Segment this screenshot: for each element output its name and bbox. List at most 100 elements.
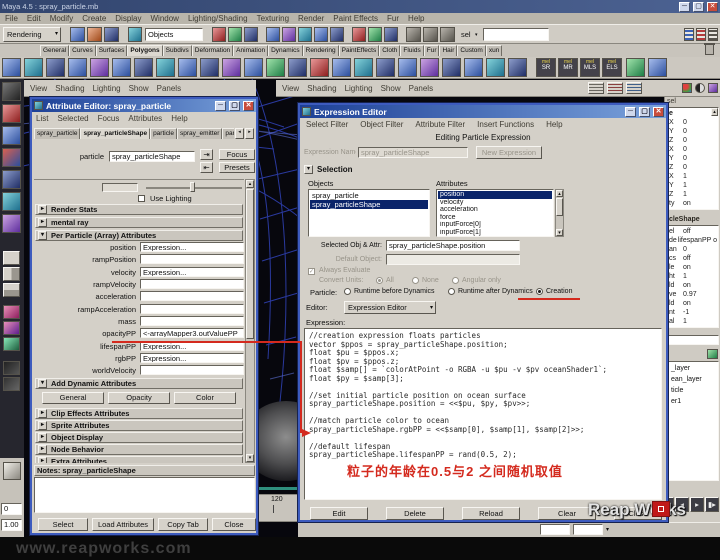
menu-texturing[interactable]: Texturing <box>257 13 289 24</box>
shelf-icon[interactable] <box>442 58 461 77</box>
shelf-icon[interactable] <box>222 58 241 77</box>
scale-tool-icon[interactable] <box>2 170 21 189</box>
attr-field-rampacceleration[interactable] <box>140 304 244 314</box>
ee-menu-object-filter[interactable]: Object Filter <box>360 119 403 130</box>
layer-filter-field[interactable] <box>667 335 719 345</box>
attr-field-worldvelocity[interactable] <box>140 365 244 375</box>
shelf-icon[interactable] <box>266 58 285 77</box>
channel-row[interactable]: delifespanPP o <box>669 236 717 245</box>
ee-menu-insert-functions[interactable]: Insert Functions <box>477 119 534 130</box>
layer-item[interactable]: er1 <box>669 396 717 407</box>
channel-row[interactable]: nt-1 <box>669 308 717 317</box>
panel-menu-panels[interactable]: Panels <box>157 83 181 94</box>
shelf-tab-polygons[interactable]: Polygons <box>127 45 162 56</box>
channel-row[interactable]: Y0 <box>669 127 717 136</box>
shelf-icon[interactable] <box>310 58 329 77</box>
shelf-icon[interactable] <box>288 58 307 77</box>
layout-two-pane-button[interactable] <box>3 267 20 281</box>
objects-list[interactable]: spray_particle spray_particleShape <box>308 189 430 237</box>
snap-surface-icon[interactable] <box>330 27 344 42</box>
close-button[interactable]: Close <box>212 518 256 531</box>
shape-channels-list[interactable]: eloff delifespanPP o an0 csoff leon ht1 … <box>667 225 719 328</box>
list-item-velocity[interactable]: velocity <box>438 199 552 207</box>
expression-name-field[interactable]: spray_particleShape <box>358 147 468 158</box>
shelf-tab-fur[interactable]: Fur <box>424 45 440 56</box>
attr-field-rampposition[interactable] <box>140 254 244 264</box>
panel-menu-shading[interactable]: Shading <box>55 83 84 94</box>
channel-row[interactable]: X1 <box>669 172 717 181</box>
list-item-force[interactable]: force <box>438 214 552 222</box>
section-sprite-attributes[interactable]: ▸Sprite Attributes <box>35 420 243 431</box>
construction-history-icon[interactable] <box>384 27 398 42</box>
render-globals-icon[interactable] <box>440 27 455 42</box>
shelf-icon[interactable] <box>354 58 373 77</box>
shelf-icon[interactable] <box>508 58 527 77</box>
channel-row[interactable]: al1 <box>669 317 717 326</box>
shelf-icon[interactable] <box>2 58 21 77</box>
snap-view-icon[interactable] <box>314 27 328 42</box>
shelf-icon[interactable] <box>200 58 219 77</box>
channel-row[interactable]: Y0 <box>669 154 717 163</box>
selection-section-header[interactable]: ▾ Selection <box>304 165 504 174</box>
menu-fur[interactable]: Fur <box>387 13 399 24</box>
tab-spray-particleshape[interactable]: spray_particleShape <box>80 128 150 139</box>
expression-textarea[interactable]: //creation expression floats particles v… <box>304 328 662 500</box>
new-scene-icon[interactable] <box>70 27 85 42</box>
mel-script-icon-els[interactable]: melELS <box>602 58 622 77</box>
notes-textarea[interactable] <box>34 477 255 513</box>
range-start-field[interactable]: 0 <box>1 503 22 515</box>
playback-start-field[interactable] <box>540 524 570 535</box>
section-mental-ray[interactable]: ▸mental ray <box>35 217 243 228</box>
panel-toggle-icon[interactable] <box>708 83 718 93</box>
snap-curve-icon[interactable] <box>282 27 296 42</box>
attr-field-acceleration[interactable] <box>140 291 244 301</box>
scroll-up-icon[interactable]: ▴ <box>711 108 718 116</box>
ae-scrollbar[interactable]: ▴ ▾ <box>245 179 255 463</box>
ae-menu-focus[interactable]: Focus <box>98 113 120 124</box>
channel-row[interactable]: ve0.97 <box>669 290 717 299</box>
channel-row[interactable]: ldon <box>669 299 717 308</box>
tab-spray-emitter[interactable]: spray_emitter <box>177 128 222 139</box>
snap-point-icon[interactable] <box>298 27 312 42</box>
focus-button[interactable]: Focus <box>219 149 255 160</box>
menu-file[interactable]: File <box>5 13 18 24</box>
radio-creation[interactable] <box>536 288 543 295</box>
ae-menu-selected[interactable]: Selected <box>57 113 88 124</box>
channel-row[interactable]: Y1 <box>669 181 717 190</box>
ae-menu-attributes[interactable]: Attributes <box>128 113 162 124</box>
ee-menu-help[interactable]: Help <box>546 119 562 130</box>
menu-create[interactable]: Create <box>82 13 106 24</box>
shelf-icon[interactable] <box>156 58 175 77</box>
panel-menu-panels[interactable]: Panels <box>409 83 433 94</box>
shelf-icon[interactable] <box>244 58 263 77</box>
list-item-inputforce0[interactable]: inputForce[0] <box>438 221 552 229</box>
render-current-frame-icon[interactable] <box>406 27 421 42</box>
shelf-icon[interactable] <box>464 58 483 77</box>
mel-script-icon-mr[interactable]: melMR <box>558 58 578 77</box>
shelf-tab-deformation[interactable]: Deformation <box>192 45 233 56</box>
shelf-icon[interactable] <box>112 58 131 77</box>
use-lighting-checkbox[interactable] <box>138 195 145 202</box>
attr-field-rampvelocity[interactable] <box>140 279 244 289</box>
menu-help[interactable]: Help <box>408 13 424 24</box>
presets-button[interactable]: Presets <box>219 162 255 173</box>
shelf-icon[interactable] <box>648 58 667 77</box>
mel-script-icon-sr[interactable]: melSR <box>536 58 556 77</box>
transform-channels-list[interactable]: e X0 Y0 Z0 X0 Y0 Z0 X1 Y1 Z1 tyon <box>667 107 719 210</box>
attributes-list[interactable]: position velocity acceleration force inp… <box>436 189 554 237</box>
ae-menu-help[interactable]: Help <box>171 113 187 124</box>
panel-menu-lighting[interactable]: Lighting <box>93 83 121 94</box>
shelf-icon[interactable] <box>90 58 109 77</box>
shelf-tab-hair[interactable]: Hair <box>439 45 457 56</box>
tab-spray-particle[interactable]: spray_particle <box>34 128 80 139</box>
range-end-field[interactable]: 1.00 <box>1 519 22 531</box>
select-tool-icon[interactable] <box>2 82 21 101</box>
shelf-tab-dynamics[interactable]: Dynamics <box>268 45 303 56</box>
play-forwards-button[interactable]: ▸ <box>690 497 704 512</box>
attributes-scrollbar[interactable]: ▴ ▾ <box>555 189 564 237</box>
move-tool-icon[interactable] <box>2 126 21 145</box>
list-item-spray-particleshape[interactable]: spray_particleShape <box>310 200 428 209</box>
add-general-button[interactable]: General <box>42 392 104 404</box>
new-expression-button[interactable]: New Expression <box>476 146 542 159</box>
channel-row[interactable]: csoff <box>669 254 717 263</box>
